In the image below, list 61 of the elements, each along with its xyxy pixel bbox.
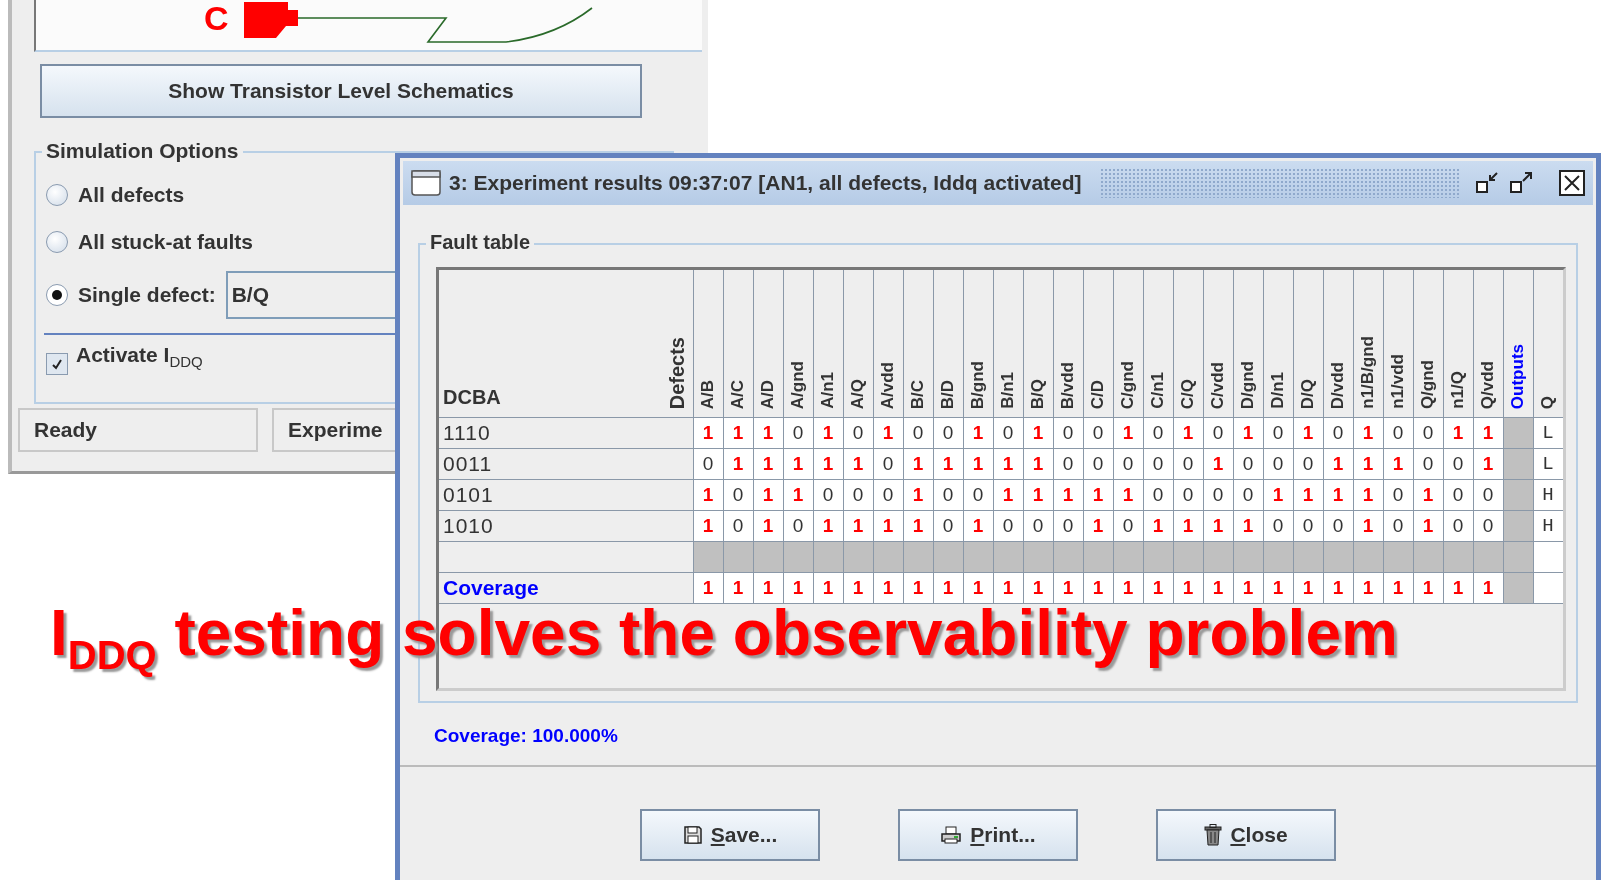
column-header: A/n1 [818,372,838,411]
checkbox[interactable] [46,353,68,375]
column-header: C/n1 [1148,372,1168,411]
column-header: D/gnd [1238,360,1258,411]
column-header: B/vdd [1058,361,1078,411]
radio-button[interactable] [46,184,68,206]
column-header: B/D [938,379,958,411]
column-header: B/C [908,379,928,411]
column-header: D/Q [1298,378,1318,411]
window-icon [411,170,441,196]
column-header: n1/Q [1448,371,1468,411]
option-label: All stuck-at faults [78,230,254,254]
close-icon[interactable] [1559,170,1585,196]
column-header: A/B [698,379,718,411]
table-cell: 1010 [439,510,693,542]
column-header: Outputs [1508,343,1528,411]
close-button[interactable]: Close [1156,809,1336,861]
column-header: Q/gnd [1418,359,1438,411]
checkmark-icon [50,357,64,371]
option-label: Single defect: [78,283,216,307]
column-header: D/vdd [1328,361,1348,411]
column-header: Defects [665,336,689,411]
column-header: n1/B/gnd [1358,336,1378,411]
floppy-icon [682,825,703,845]
table-cell: 1110 [439,417,693,449]
column-header: B/gnd [968,360,988,411]
column-header: C/gnd [1118,360,1138,411]
save-button[interactable]: Save... [640,809,820,861]
column-header: A/C [728,379,748,411]
column-header: C/vdd [1208,361,1228,411]
table-cell: Coverage [439,572,693,604]
column-header: D/n1 [1268,372,1288,411]
column-header: C/D [1088,379,1108,411]
status-field: Ready [18,408,258,452]
printer-icon [940,825,963,845]
trash-icon [1204,824,1223,846]
print-button[interactable]: Print... [898,809,1078,861]
table-cell: 0011 [439,448,693,480]
column-header: C/Q [1178,378,1198,411]
show-schematics-button[interactable]: Show Transistor Level Schematics [40,64,642,118]
radio-button[interactable] [46,231,68,253]
column-header: Q [1538,395,1558,411]
checkbox-label: Activate I$_{DDQ}$ [76,343,203,371]
column-header: n1/vdd [1388,354,1408,411]
coverage-summary: Coverage: 100.000% [434,725,618,747]
column-header: B/n1 [998,372,1018,411]
column-header: A/Q [848,378,868,411]
pin-label: C [204,0,229,37]
column-header: A/D [758,379,778,411]
column-header: DCBA [443,386,501,409]
column-header: B/Q [1028,378,1048,411]
minimize-icon[interactable] [1475,170,1501,196]
table-cell: 0101 [439,479,693,511]
pin-drawing [244,2,298,38]
maximize-icon[interactable] [1509,170,1535,196]
column-header: Q/vdd [1478,360,1498,411]
column-header: A/gnd [788,360,808,411]
radio-button[interactable] [46,284,68,306]
window-title: 3: Experiment results 09:37:07 [AN1, all defects, Iddq activated] [449,171,1082,195]
option-label: All defects [78,183,185,207]
column-header: A/vdd [878,361,898,411]
